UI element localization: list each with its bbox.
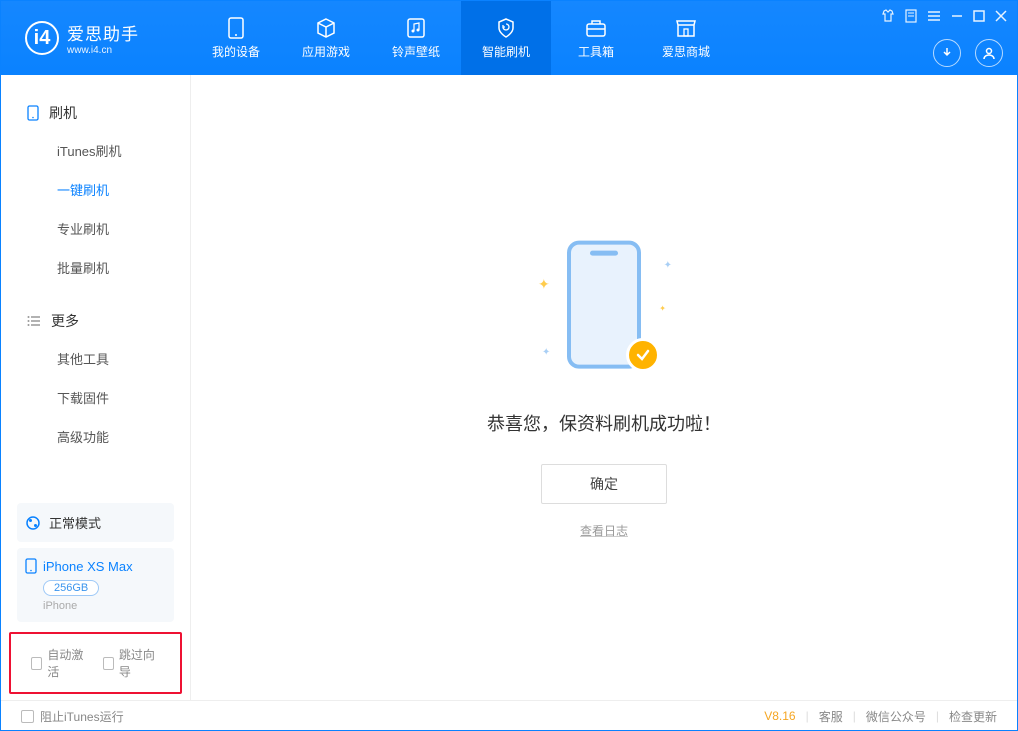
sidebar-group-flash[interactable]: 刷机 [1, 95, 190, 131]
checkbox-auto-activate[interactable]: 自动激活 [31, 646, 89, 680]
view-log-link[interactable]: 查看日志 [580, 522, 628, 539]
mode-status[interactable]: 正常模式 [17, 503, 174, 542]
checkbox-icon[interactable] [21, 710, 34, 723]
sparkle-icon: ✦ [659, 304, 666, 313]
nav-label: 工具箱 [578, 43, 614, 60]
window-controls [881, 9, 1007, 23]
sparkle-icon: ✦ [542, 347, 550, 358]
nav-tab-flash[interactable]: 智能刷机 [461, 1, 551, 75]
nav-tab-store[interactable]: 爱思商城 [641, 1, 731, 75]
checkbox-icon [103, 657, 114, 670]
group-title: 更多 [51, 311, 79, 331]
minimize-icon[interactable] [951, 10, 963, 22]
support-link[interactable]: 客服 [819, 708, 843, 725]
nav-tab-device[interactable]: 我的设备 [191, 1, 281, 75]
phone-icon [27, 105, 39, 121]
body: 刷机 iTunes刷机 一键刷机 专业刷机 批量刷机 更多 其他工具 下载固件 … [1, 75, 1017, 700]
download-button[interactable] [933, 39, 961, 67]
user-button[interactable] [975, 39, 1003, 67]
sidebar: 刷机 iTunes刷机 一键刷机 专业刷机 批量刷机 更多 其他工具 下载固件 … [1, 75, 191, 700]
header-actions [933, 39, 1003, 67]
mode-icon [25, 515, 41, 531]
toolbox-icon [585, 17, 607, 39]
nav-tab-ringtones[interactable]: 铃声壁纸 [371, 1, 461, 75]
device-icon [25, 558, 37, 574]
checkbox-skip-guide[interactable]: 跳过向导 [103, 646, 161, 680]
close-icon[interactable] [995, 10, 1007, 22]
shield-icon [495, 17, 517, 39]
app-title: 爱思助手 [67, 20, 139, 45]
sidebar-item-advanced[interactable]: 高级功能 [1, 417, 190, 456]
checkbox-label: 跳过向导 [119, 646, 160, 680]
music-icon [405, 17, 427, 39]
sparkle-icon: ✦ [664, 260, 672, 271]
statusbar: 阻止iTunes运行 V8.16 | 客服 | 微信公众号 | 检查更新 [1, 700, 1017, 731]
nav-tab-toolbox[interactable]: 工具箱 [551, 1, 641, 75]
header: i4 爱思助手 www.i4.cn 我的设备 应用游戏 铃声壁纸 智能刷机 工具… [1, 1, 1017, 75]
logo[interactable]: i4 爱思助手 www.i4.cn [1, 20, 191, 56]
nav-label: 铃声壁纸 [392, 43, 440, 60]
nav-tab-apps[interactable]: 应用游戏 [281, 1, 371, 75]
update-link[interactable]: 检查更新 [949, 708, 997, 725]
menu-icon[interactable] [927, 10, 941, 22]
version-label: V8.16 [764, 709, 795, 723]
device-storage: 256GB [43, 580, 99, 596]
success-illustration: ✦ ✦ ✦ ✦ [514, 236, 694, 386]
group-title: 刷机 [49, 103, 77, 123]
sidebar-item-pro[interactable]: 专业刷机 [1, 209, 190, 248]
sidebar-item-itunes[interactable]: iTunes刷机 [1, 131, 190, 170]
checkbox-icon [31, 657, 42, 670]
sidebar-item-firmware[interactable]: 下载固件 [1, 378, 190, 417]
sidebar-item-oneclick[interactable]: 一键刷机 [1, 170, 190, 209]
wechat-link[interactable]: 微信公众号 [866, 708, 926, 725]
checkbox-label: 自动激活 [47, 646, 88, 680]
sidebar-group-more[interactable]: 更多 [1, 303, 190, 339]
block-itunes-label[interactable]: 阻止iTunes运行 [40, 708, 124, 725]
sidebar-item-other[interactable]: 其他工具 [1, 339, 190, 378]
ok-button[interactable]: 确定 [541, 464, 667, 504]
shirt-icon[interactable] [881, 9, 895, 23]
sidebar-item-batch[interactable]: 批量刷机 [1, 248, 190, 287]
nav-label: 我的设备 [212, 43, 260, 60]
success-message: 恭喜您，保资料刷机成功啦！ [487, 410, 721, 436]
nav-label: 爱思商城 [662, 43, 710, 60]
nav-label: 应用游戏 [302, 43, 350, 60]
highlighted-options: 自动激活 跳过向导 [9, 632, 182, 694]
device-icon [225, 17, 247, 39]
nav-label: 智能刷机 [482, 43, 530, 60]
cube-icon [315, 17, 337, 39]
mode-label: 正常模式 [49, 513, 101, 532]
app-subtitle: www.i4.cn [67, 45, 139, 56]
note-icon[interactable] [905, 9, 917, 23]
maximize-icon[interactable] [973, 10, 985, 22]
device-type: iPhone [43, 600, 166, 612]
nav-tabs: 我的设备 应用游戏 铃声壁纸 智能刷机 工具箱 爱思商城 [191, 1, 731, 75]
sparkle-icon: ✦ [538, 276, 550, 293]
main-content: ✦ ✦ ✦ ✦ 恭喜您，保资料刷机成功啦！ 确定 查看日志 [191, 75, 1017, 700]
check-badge-icon [626, 338, 660, 372]
device-name: iPhone XS Max [43, 559, 133, 574]
logo-icon: i4 [25, 21, 59, 55]
list-icon [27, 315, 41, 327]
store-icon [675, 17, 697, 39]
device-panel[interactable]: iPhone XS Max 256GB iPhone [17, 548, 174, 622]
